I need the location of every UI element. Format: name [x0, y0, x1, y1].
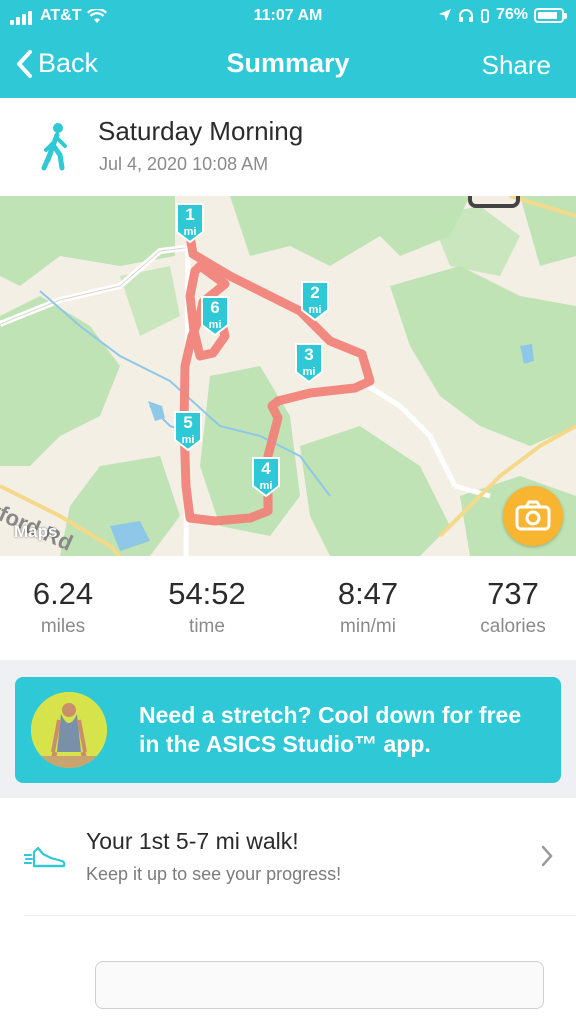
- route-map[interactable]: 1 mi 2 mi 3 mi 4 mi 5 mi 6 mi yford Rd Maps: [0, 196, 576, 556]
- divider: [24, 915, 576, 916]
- mile-number: 6: [210, 298, 220, 317]
- mile-marker-2[interactable]: 2 mi: [300, 280, 330, 322]
- mile-marker-6[interactable]: 6 mi: [200, 295, 230, 337]
- nav-bar: Back Summary Share: [0, 40, 576, 90]
- maps-attribution-label: Maps: [14, 522, 58, 541]
- mile-unit: mi: [181, 434, 195, 446]
- promo-section: Need a stretch? Cool down for free in th…: [0, 660, 576, 798]
- notes-input[interactable]: [95, 961, 544, 1009]
- stat-value: 6.24: [32, 576, 94, 611]
- activity-title: Saturday Morning: [98, 116, 304, 146]
- status-right: 76%: [438, 6, 567, 24]
- camera-icon: [515, 500, 551, 531]
- stat-calories: 737 calories: [453, 576, 573, 638]
- mile-unit: mi: [302, 366, 316, 378]
- stat-value: 8:47: [337, 576, 399, 611]
- milestone-row[interactable]: Your 1st 5-7 mi walk! Keep it up to see …: [0, 798, 576, 916]
- headphones-icon: [458, 8, 473, 22]
- shoe-icon: [24, 846, 66, 868]
- status-bar: AT&T 11:07 AM 76%: [0, 0, 576, 34]
- mile-marker-5[interactable]: 5 mi: [173, 410, 203, 452]
- activity-header: Saturday Morning Jul 4, 2020 10:08 AM: [0, 98, 576, 196]
- asics-studio-promo-banner[interactable]: Need a stretch? Cool down for free in th…: [15, 677, 561, 783]
- mile-marker-4[interactable]: 4 mi: [251, 456, 281, 498]
- mile-unit: mi: [259, 480, 273, 492]
- battery-percent: 76%: [495, 6, 528, 23]
- mile-unit: mi: [183, 226, 197, 238]
- mile-unit: mi: [308, 304, 322, 316]
- stat-label: calories: [480, 616, 546, 637]
- battery-icon: [534, 7, 567, 23]
- walking-person-icon: [41, 123, 67, 171]
- stat-distance: 6.24 miles: [3, 576, 123, 638]
- stat-label: miles: [40, 616, 86, 637]
- stat-value: 737: [487, 576, 539, 611]
- top-bar: AT&T 11:07 AM 76% Back Summary Share: [0, 0, 576, 98]
- stat-label: time: [189, 616, 225, 637]
- mile-marker-3[interactable]: 3 mi: [294, 342, 324, 384]
- stretching-person-icon: [31, 692, 107, 768]
- mile-number: 2: [310, 283, 320, 302]
- stats-row: 6.24 miles 54:52 time 8:47 min/mi 737 ca…: [0, 556, 576, 660]
- milestone-title: Your 1st 5-7 mi walk!: [86, 828, 299, 854]
- share-button[interactable]: Share: [482, 50, 551, 81]
- mile-number: 3: [304, 345, 314, 364]
- stretch-avatar-image: [31, 692, 107, 768]
- add-photo-button[interactable]: [503, 486, 563, 546]
- mile-number: 5: [183, 413, 193, 432]
- mile-marker-1[interactable]: 1 mi: [175, 202, 205, 244]
- mile-unit: mi: [208, 319, 222, 331]
- milestone-subtitle: Keep it up to see your progress!: [86, 864, 342, 884]
- stat-pace: 8:47 min/mi: [308, 576, 428, 638]
- mile-number: 4: [261, 459, 271, 478]
- promo-text: Need a stretch? Cool down for free in th…: [139, 702, 522, 757]
- maps-attribution[interactable]: Maps: [14, 522, 57, 542]
- activity-date: Jul 4, 2020 10:08 AM: [99, 154, 269, 174]
- chevron-right-icon: [541, 845, 553, 867]
- map-canvas: [0, 196, 576, 556]
- alarm-icon: [480, 8, 489, 23]
- stat-time: 54:52 time: [147, 576, 267, 638]
- mile-number: 1: [185, 205, 195, 224]
- location-arrow-icon: [438, 9, 451, 21]
- stat-value: 54:52: [168, 576, 246, 611]
- stat-label: min/mi: [340, 616, 396, 637]
